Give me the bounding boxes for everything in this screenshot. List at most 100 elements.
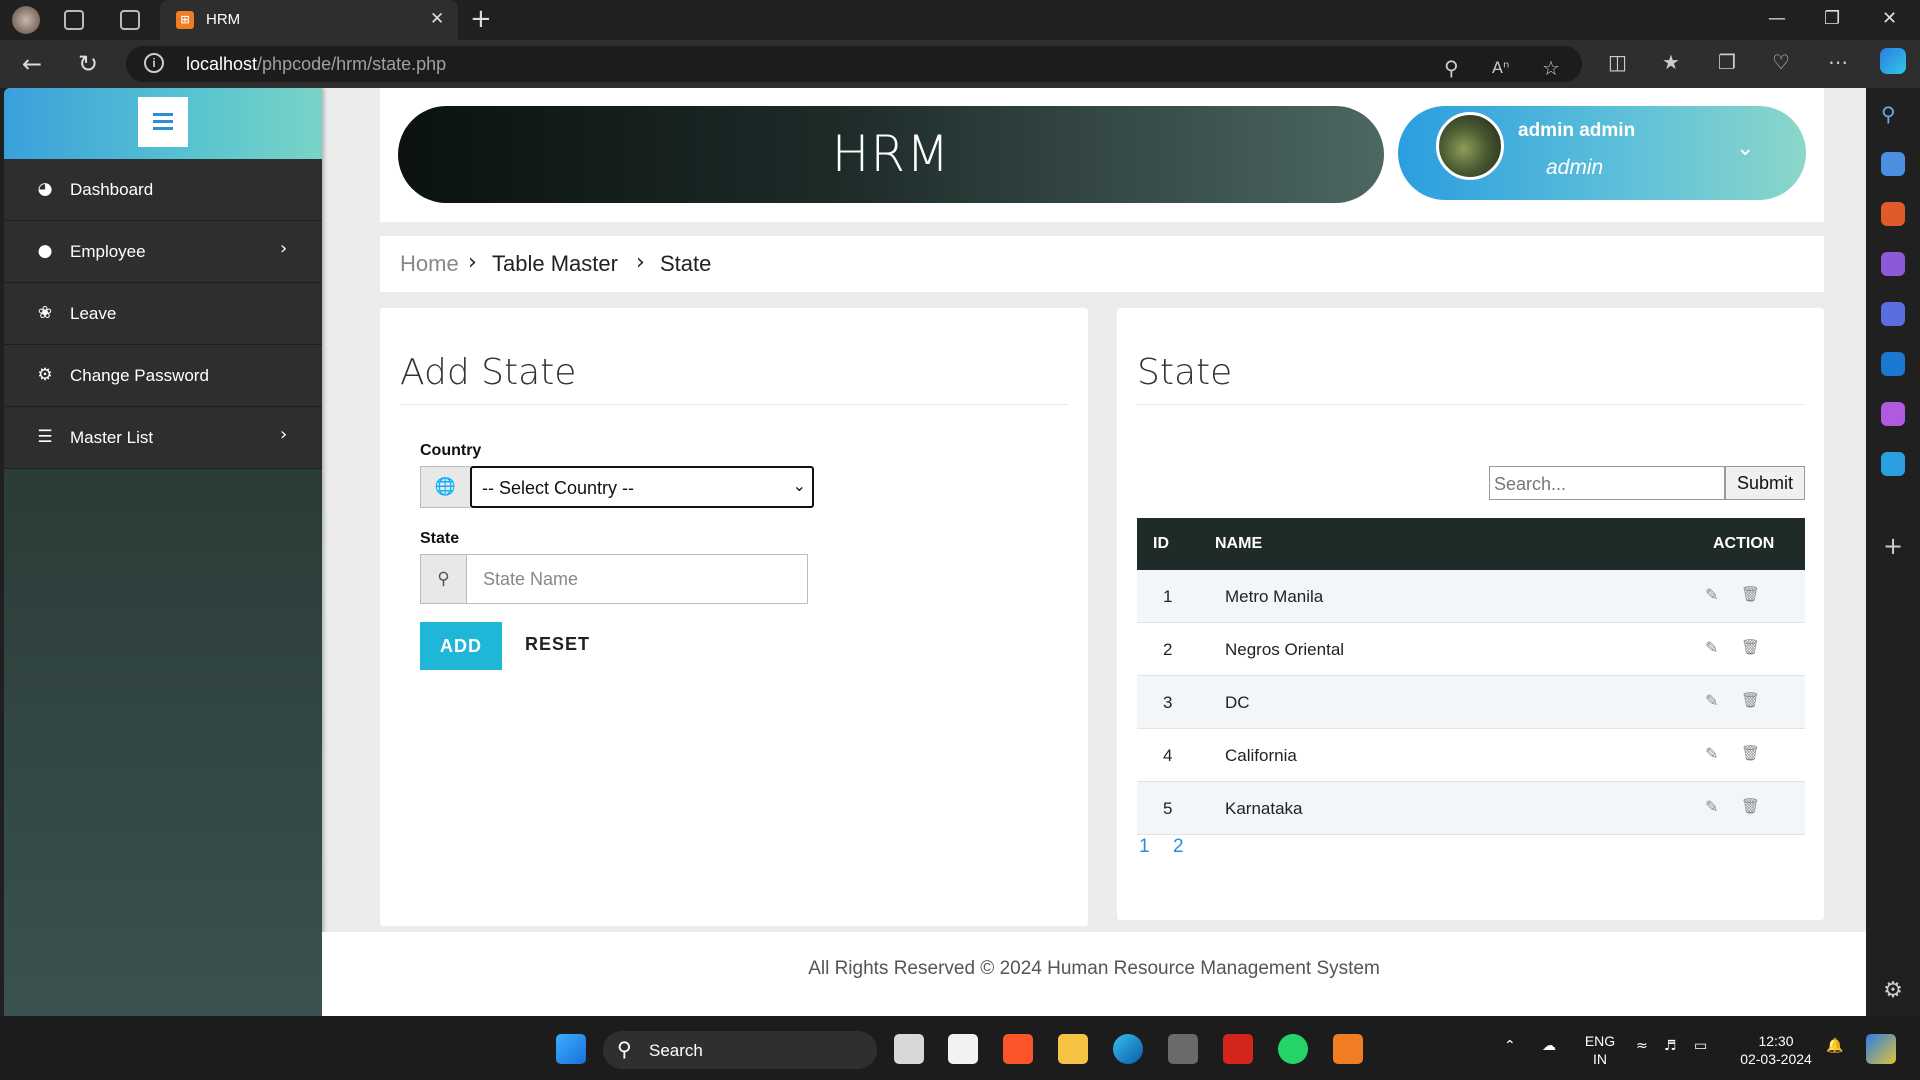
breadcrumb-table-master[interactable]: Table Master [492,251,618,277]
delete-trash-icon[interactable]: 🗑 [1741,744,1760,762]
edge-browser-icon[interactable] [1113,1034,1143,1064]
collections-icon[interactable]: ❐ [1718,50,1736,74]
table-row: 5 Karnataka ✎ 🗑 [1137,782,1805,835]
microsoft-365-icon[interactable] [1881,302,1905,326]
pagination-page-1[interactable]: 1 [1139,836,1150,858]
task-view-icon[interactable] [894,1034,924,1064]
new-tab-icon[interactable]: + [470,4,492,34]
edit-pencil-icon[interactable]: ✎ [1705,691,1718,710]
user-role: admin [1546,156,1604,179]
gears-icon: ⚙ [37,365,53,385]
favorite-star-icon[interactable]: ☆ [1542,56,1560,80]
back-icon[interactable]: ← [22,50,42,78]
read-aloud-icon[interactable]: Aⁿ [1492,58,1509,77]
favorites-icon[interactable]: ★ [1662,50,1680,74]
sidebar-search-icon[interactable]: ⚲ [1881,102,1905,126]
clock[interactable]: 12:30 02-03-2024 [1734,1032,1818,1068]
pagination-page-2[interactable]: 2 [1173,836,1184,858]
sidebar-item-leave[interactable]: ❀ Leave [4,283,322,345]
taskbar-search[interactable]: ⚲ Search [603,1031,877,1069]
page-header: HRM admin admin admin ⌄ [380,88,1824,222]
notification-bell-icon[interactable]: 🔔 [1826,1038,1843,1054]
file-explorer-icon[interactable] [1058,1034,1088,1064]
browser-essentials-icon[interactable]: ♡ [1772,50,1790,74]
user-menu[interactable]: admin admin admin ⌄ [1398,106,1806,200]
sidebar-item-dashboard[interactable]: ◕ Dashboard [4,159,322,221]
delete-trash-icon[interactable]: 🗑 [1741,691,1760,709]
wifi-icon[interactable]: ≈ [1636,1038,1648,1054]
chevron-right-icon: › [280,424,288,445]
sidebar-settings-icon[interactable]: ⚙ [1881,978,1905,1003]
designer-icon[interactable] [1881,402,1905,426]
sidebar-item-employee[interactable]: ● Employee › [4,221,322,283]
onedrive-icon[interactable]: ☁ [1542,1038,1556,1054]
row-id: 4 [1163,746,1173,765]
page-viewport: ◕ Dashboard ● Employee › ❀ Leave ⚙ Chang… [4,88,1866,1016]
edit-pencil-icon[interactable]: ✎ [1705,638,1718,657]
state-name-input[interactable]: State Name [466,554,808,604]
submit-button[interactable]: Submit [1725,466,1805,500]
minimize-icon[interactable]: — [1768,8,1786,29]
table-row: 4 California ✎ 🗑 [1137,729,1805,782]
add-sidebar-app-icon[interactable]: + [1881,532,1905,560]
region-code: IN [1593,1051,1607,1067]
delete-trash-icon[interactable]: 🗑 [1741,797,1760,815]
profile-avatar-icon[interactable] [12,6,40,34]
breadcrumb-home[interactable]: Home [400,251,459,277]
shopping-icon[interactable] [1881,152,1905,176]
restore-icon[interactable]: ❐ [1824,8,1840,29]
sidebar-item-label: Master List [70,428,154,447]
tools-icon[interactable] [1881,202,1905,226]
globe-icon: 🌐 [420,466,470,508]
workspaces-icon[interactable] [64,10,84,30]
window-close-icon[interactable]: ✕ [1882,8,1897,29]
sidebar-item-label: Change Password [70,366,209,385]
drop-icon[interactable] [1881,452,1905,476]
add-button[interactable]: ADD [420,622,502,670]
clock-date: 02-03-2024 [1740,1051,1812,1067]
brave-browser-icon[interactable] [1003,1034,1033,1064]
sidebar-item-label: Leave [70,304,117,323]
table-row: 2 Negros Oriental ✎ 🗑 [1137,623,1805,676]
delete-trash-icon[interactable]: 🗑 [1741,638,1760,656]
breadcrumb: Home › Table Master › State [380,236,1824,292]
microsoft-store-icon[interactable] [948,1034,978,1064]
chevron-down-icon: ⌄ [792,476,806,495]
zoom-icon[interactable]: ⚲ [1444,56,1459,80]
chevron-up-icon[interactable]: ⌃ [1504,1038,1516,1054]
menu-toggle-icon[interactable] [138,97,188,147]
volume-icon[interactable]: ♬ [1664,1038,1677,1054]
state-list-title: State [1137,352,1233,393]
site-info-icon[interactable]: i [144,53,164,73]
acrobat-icon[interactable] [1223,1034,1253,1064]
games-icon[interactable] [1881,252,1905,276]
more-menu-icon[interactable]: ⋯ [1828,50,1848,74]
delete-trash-icon[interactable]: 🗑 [1741,585,1760,603]
edit-pencil-icon[interactable]: ✎ [1705,797,1718,816]
unity-icon[interactable] [1168,1034,1198,1064]
copilot-taskbar-icon[interactable] [1866,1034,1896,1064]
battery-icon[interactable]: ▭ [1694,1038,1707,1054]
refresh-icon[interactable]: ↻ [78,50,98,78]
edit-pencil-icon[interactable]: ✎ [1705,585,1718,604]
windows-start-icon[interactable] [556,1034,586,1064]
edit-pencil-icon[interactable]: ✎ [1705,744,1718,763]
browser-tab-hrm[interactable]: ⊞ HRM ✕ [160,0,458,40]
xampp-icon[interactable] [1333,1034,1363,1064]
country-select[interactable]: -- Select Country -- ⌄ [470,466,814,508]
language-indicator[interactable]: ENG IN [1582,1032,1618,1068]
sidebar-item-master-list[interactable]: ☰ Master List › [4,407,322,469]
split-screen-icon[interactable]: ◫ [1608,50,1627,74]
tab-close-icon[interactable]: ✕ [430,9,444,29]
sidebar-item-change-password[interactable]: ⚙ Change Password [4,345,322,407]
copilot-icon[interactable] [1880,48,1906,74]
whatsapp-icon[interactable] [1278,1034,1308,1064]
outlook-icon[interactable] [1881,352,1905,376]
chevron-down-icon[interactable]: ⌄ [1736,136,1754,161]
leave-icon: ❀ [37,303,53,323]
search-input[interactable]: Search... [1489,466,1725,500]
xampp-favicon-icon: ⊞ [176,11,194,29]
tab-actions-icon[interactable] [120,10,140,30]
url-field[interactable]: i localhost/phpcode/hrm/state.php ⚲ Aⁿ ☆ [126,46,1582,82]
reset-button[interactable]: RESET [525,634,590,655]
